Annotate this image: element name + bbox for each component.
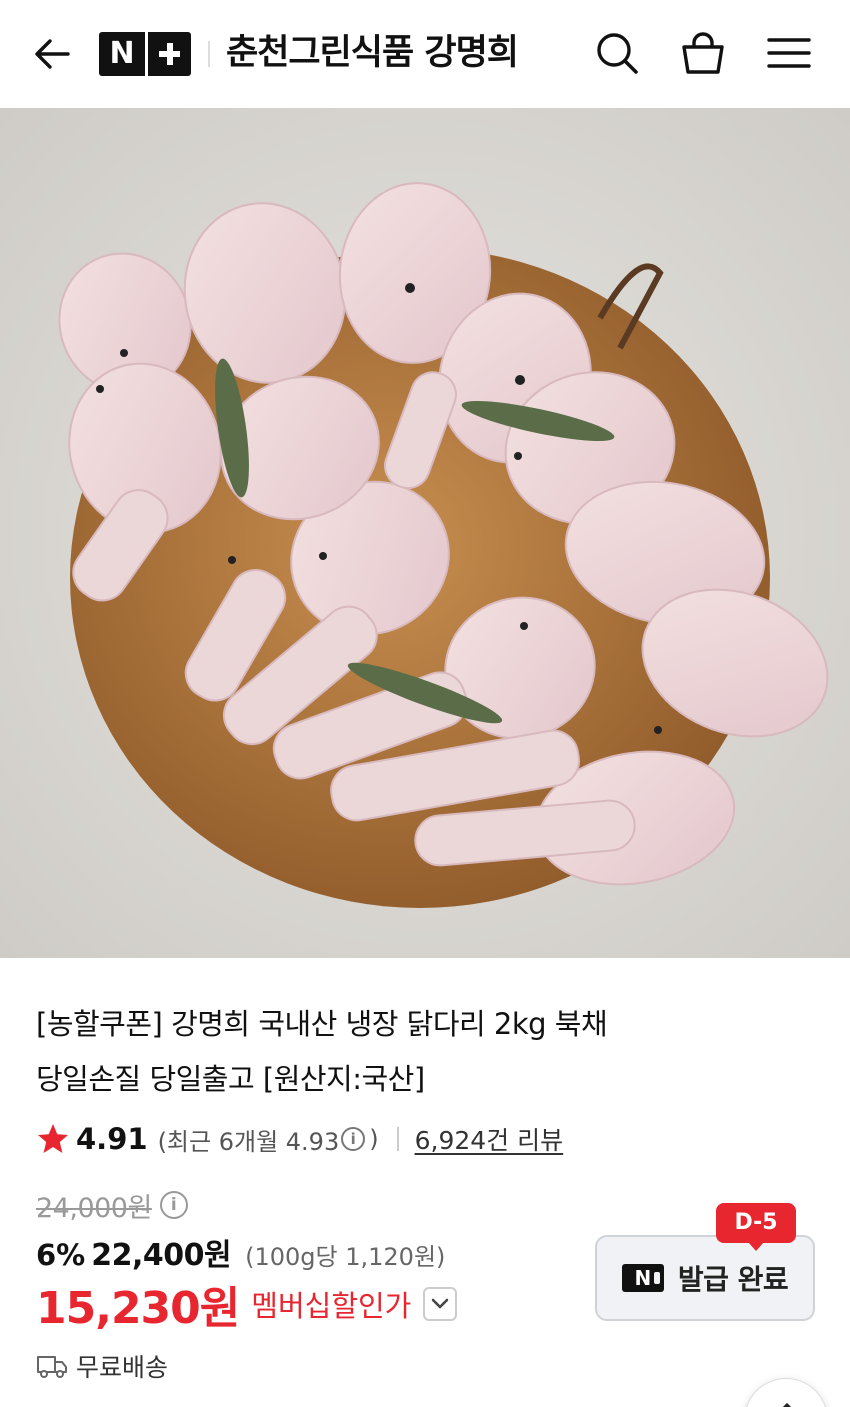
back-arrow-icon[interactable]: [28, 30, 76, 78]
recent-rating: (최근 6개월 4.93 i ): [158, 1122, 379, 1157]
member-price-row: 15,230원 멤버십할인가: [36, 1276, 458, 1334]
naver-n-icon: N: [621, 1264, 664, 1292]
price-info-icon[interactable]: i: [159, 1191, 188, 1219]
rating-row: 4.91 (최근 6개월 4.93 i ) 6,924건 리뷰: [36, 1118, 563, 1160]
chevron-down-glyph: [432, 1298, 449, 1309]
free-shipping-label: 무료배송: [76, 1353, 169, 1382]
top-bar: N 춘천그린식품 강명희: [0, 0, 850, 108]
coupon-status-label: 발급 완료: [677, 1263, 789, 1296]
discount-rate: 6%: [36, 1238, 86, 1272]
sale-price: 22,400원: [91, 1238, 232, 1273]
dday-badge: D-5: [716, 1203, 796, 1251]
product-image[interactable]: 2/6: [0, 108, 850, 958]
star-icon: [38, 1124, 68, 1153]
review-count-link[interactable]: 6,924건 리뷰: [415, 1121, 564, 1157]
shipping-row: 무료배송: [36, 1346, 168, 1386]
recent-rating-text: (최근 6개월 4.93: [157, 1127, 340, 1156]
shopping-bag-icon[interactable]: [678, 28, 728, 78]
info-icon[interactable]: i: [341, 1127, 366, 1151]
rating-score: 4.91: [76, 1122, 148, 1156]
sale-price-row: 6% 22,400원 (100g당 1,120원): [36, 1230, 445, 1274]
arrow-icon: [782, 1402, 792, 1407]
plus-icon: [148, 32, 191, 76]
member-price-label: 멤버십할인가: [251, 1289, 412, 1323]
member-price: 15,230원: [36, 1283, 240, 1334]
search-icon[interactable]: [592, 28, 642, 78]
truck-icon: [37, 1356, 67, 1378]
recent-rating-close: ): [369, 1125, 379, 1153]
original-price-row: 24,000원 i: [36, 1185, 188, 1225]
hamburger-menu-icon[interactable]: [764, 28, 814, 78]
header-divider: [208, 41, 210, 67]
product-title-line1: [농할쿠폰] 강명희 국내산 냉장 닭다리 2kg 북채: [36, 1007, 608, 1041]
chevron-down-icon[interactable]: [423, 1287, 458, 1321]
coupon-issued-button[interactable]: N 발급 완료: [595, 1235, 815, 1321]
logo-n-letter: N: [109, 36, 135, 71]
nplus-logo[interactable]: N: [99, 32, 191, 76]
chicken-drumsticks-photo: [0, 108, 850, 958]
original-price: 24,000원: [36, 1192, 152, 1224]
product-title-line2: 당일손질 당일출고 [원산지:국산]: [36, 1062, 425, 1096]
unit-price: (100g당 1,120원): [245, 1243, 446, 1271]
scroll-top-button[interactable]: [744, 1378, 828, 1407]
product-title: [농할쿠폰] 강명희 국내산 냉장 닭다리 2kg 북채 당일손질 당일출고 […: [36, 997, 736, 1107]
store-name[interactable]: 춘천그린식품 강명희: [226, 28, 519, 78]
rating-divider: [396, 1127, 399, 1151]
